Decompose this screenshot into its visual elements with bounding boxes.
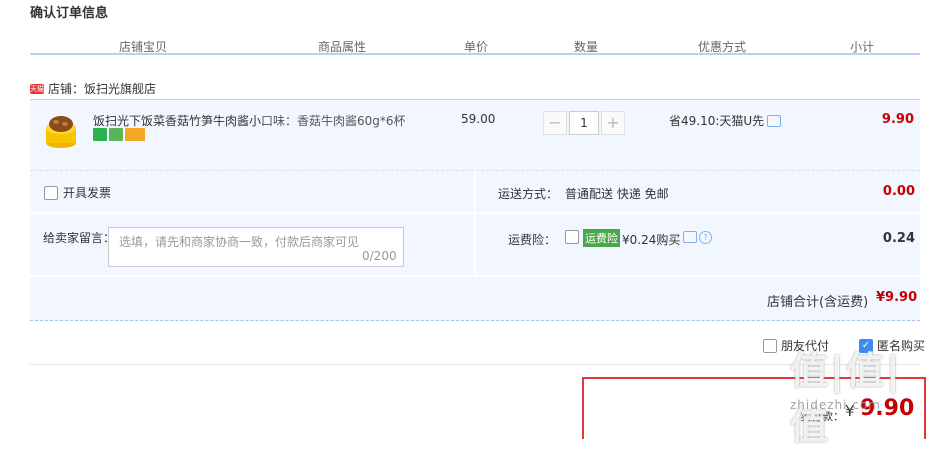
proxy-pay-checkbox[interactable] [763, 338, 777, 353]
shipping-method: 普通配送 快递 免邮 [565, 187, 669, 201]
comment-icon[interactable] [767, 114, 782, 127]
promotion-text: 省49.10:天猫U先 [669, 114, 765, 128]
promotion: 省49.10:天猫U先 [669, 112, 782, 129]
quantity-input[interactable]: 1 [569, 111, 599, 135]
seven-day-return-icon[interactable] [93, 128, 107, 141]
table-header: 店铺宝贝 商品属性 单价 数量 优惠方式 小计 [30, 38, 920, 54]
panel-vertical-divider [474, 171, 476, 275]
insurance-fee: 0.24 [882, 231, 915, 246]
product-thumbnail[interactable] [42, 110, 80, 150]
credit-card-icon[interactable] [125, 128, 145, 141]
item-subtotal: 9.90 [881, 112, 914, 127]
unit-price: 59.00 [461, 112, 496, 126]
comment-icon[interactable] [683, 231, 697, 243]
decrease-button[interactable]: − [543, 111, 567, 135]
order-item-row [30, 99, 920, 171]
page-title: 确认订单信息 [30, 6, 109, 21]
panel-horizontal-divider [30, 212, 920, 214]
insurance-option[interactable] [565, 230, 579, 244]
shop-total-label: 店铺合计(含运费) [767, 295, 869, 310]
tmall-icon: 天猫 [30, 83, 44, 94]
watermark-logo: 值|值|值 [790, 349, 902, 448]
header-divider [30, 53, 920, 55]
insurance-badge: 运费险 [583, 229, 620, 247]
product-attribute: 口味：香菇牛肉酱60g*6杯 [261, 114, 406, 128]
insurance-checkbox[interactable] [565, 230, 579, 244]
section-divider [30, 364, 920, 365]
shop-total-value: ¥9.90 [876, 290, 918, 305]
shop-name[interactable]: 店铺：饭扫光旗舰店 [48, 80, 156, 97]
message-char-count: 0/200 [362, 249, 397, 263]
insurance-label: 运费险： [508, 233, 557, 247]
watermark-url: zhidezhi.com [790, 398, 881, 412]
help-icon[interactable]: ? [699, 231, 712, 244]
shipping-fee: 0.00 [882, 184, 915, 199]
message-label: 给卖家留言： [43, 231, 116, 245]
insurance-icons: ? [683, 231, 712, 244]
guarantee-icon[interactable] [109, 128, 123, 141]
invoice-checkbox[interactable] [44, 185, 58, 200]
increase-button[interactable]: + [601, 111, 625, 135]
message-placeholder: 选填，请先和商家协商一致，付款后商家可见 [119, 235, 360, 249]
invoice-option[interactable]: 开具发票 [44, 184, 111, 201]
shipping-label: 运送方式： [498, 187, 559, 201]
service-tags [93, 128, 145, 141]
shop-info: 天猫 店铺：饭扫光旗舰店 [30, 80, 156, 97]
product-name[interactable]: 饭扫光下饭菜香菇竹笋牛肉酱小... [93, 112, 263, 129]
quantity-stepper: − 1 + [543, 111, 625, 135]
invoice-label: 开具发票 [63, 186, 112, 200]
insurance-price: ¥0.24购买 [622, 233, 681, 247]
